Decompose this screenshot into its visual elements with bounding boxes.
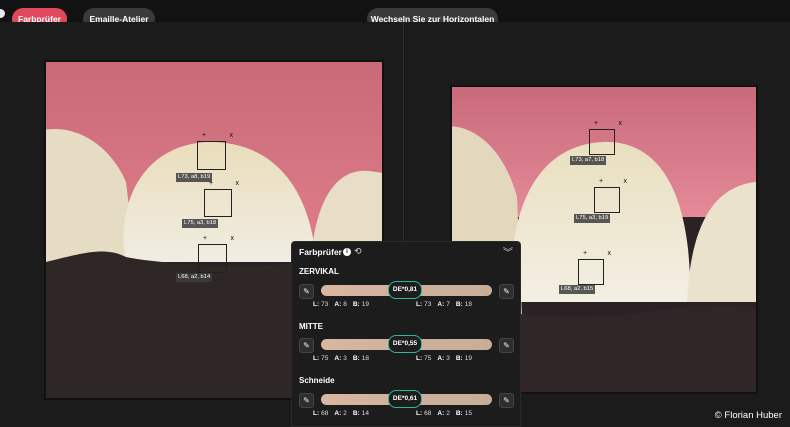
lab-values-right: L: 68 A: 2 B: 15	[416, 410, 472, 417]
info-icon[interactable]: i	[343, 248, 351, 256]
lab-values-left: L: 75 A: 3 B: 18	[313, 355, 369, 362]
move-handle-icon[interactable]: +	[583, 250, 587, 258]
eyedropper-icon[interactable]: ✎	[299, 393, 314, 408]
refresh-icon[interactable]: ⟲	[354, 246, 362, 257]
lab-values-right: L: 73 A: 7 B: 18	[416, 301, 472, 308]
close-icon[interactable]: x	[236, 180, 240, 188]
section-label-cervical: ZERVIKAL	[299, 267, 339, 276]
sample-label: L73, a7, b18	[570, 156, 607, 165]
sample-box-incisal[interactable]: + x	[578, 250, 611, 285]
sample-box-incisal[interactable]: + x	[198, 235, 234, 273]
lab-values-left: L: 73 A: 8 B: 19	[313, 301, 369, 308]
sample-label: L68, a2, b15	[559, 285, 596, 294]
eyedropper-icon[interactable]: ✎	[299, 284, 314, 299]
top-toolbar: Farbprüfer Emaille-Atelier Wechseln Sie …	[0, 0, 790, 30]
photo-credit: © Florian Huber	[714, 410, 782, 421]
move-handle-icon[interactable]: +	[203, 235, 207, 243]
close-icon[interactable]: x	[230, 132, 234, 140]
lab-values-left: L: 68 A: 2 B: 14	[313, 410, 369, 417]
move-handle-icon[interactable]: +	[209, 180, 213, 188]
delta-e-badge: DE*0,81	[388, 281, 422, 299]
delta-e-badge: DE*0,55	[388, 335, 422, 353]
close-icon[interactable]: x	[619, 120, 623, 128]
eyedropper-icon[interactable]: ✎	[499, 393, 514, 408]
sample-label: L75, a3, b19	[574, 214, 611, 223]
eyedropper-icon[interactable]: ✎	[499, 338, 514, 353]
eyedropper-icon[interactable]: ✎	[299, 338, 314, 353]
sample-label: L75, a3, b18	[182, 219, 219, 228]
move-handle-icon[interactable]: +	[202, 132, 206, 140]
section-label-middle: MITTE	[299, 322, 323, 331]
eyedropper-icon[interactable]: ✎	[499, 284, 514, 299]
close-icon[interactable]: x	[608, 250, 612, 258]
panel-title: Farbprüfer	[299, 247, 342, 257]
lab-values-right: L: 75 A: 3 B: 19	[416, 355, 472, 362]
corner-dot-icon	[0, 9, 5, 18]
sample-label: L68, a2, b14	[176, 273, 213, 282]
sample-box-cervical[interactable]: + x	[589, 120, 622, 155]
delta-e-badge: DE*0,61	[388, 390, 422, 408]
close-icon[interactable]: x	[231, 235, 235, 243]
sample-box-cervical[interactable]: + x	[197, 132, 233, 170]
chevron-double-down-icon[interactable]: ︾	[503, 244, 513, 259]
move-handle-icon[interactable]: +	[599, 178, 603, 186]
color-checker-panel: Farbprüfer i ⟲ ︾ ZERVIKAL ✎ DE*0,81 ✎ L:…	[291, 241, 521, 427]
sample-box-middle[interactable]: + x	[594, 178, 627, 213]
close-icon[interactable]: x	[624, 178, 628, 186]
sample-box-middle[interactable]: + x	[204, 180, 239, 217]
section-label-incisal: Schneide	[299, 376, 335, 385]
sample-label: L73, a8, b19	[176, 173, 213, 182]
move-handle-icon[interactable]: +	[594, 120, 598, 128]
